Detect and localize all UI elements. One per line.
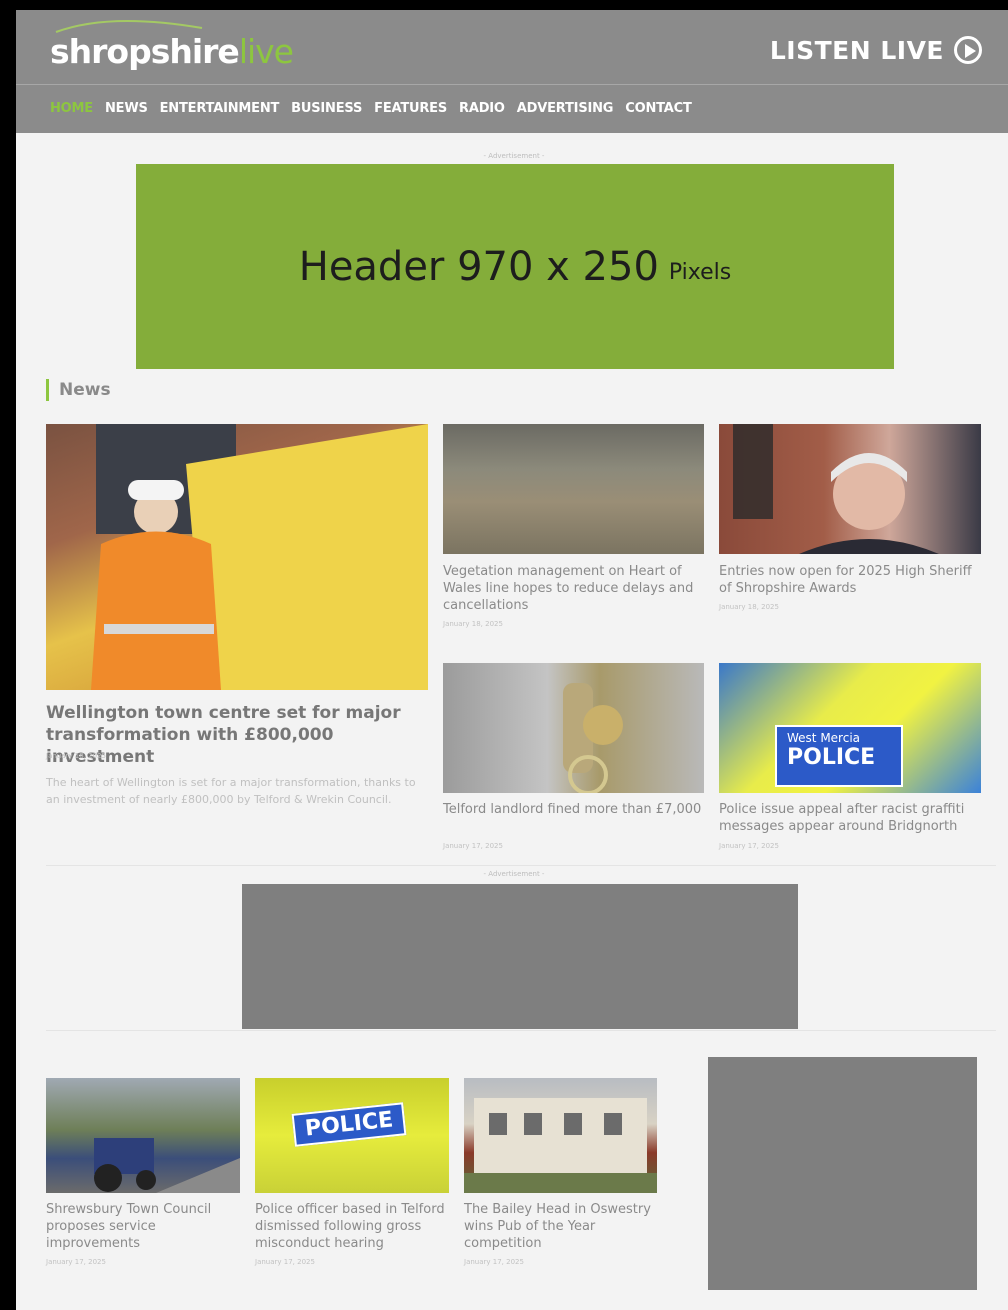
feature-article-image[interactable] (46, 424, 428, 690)
bottom-card-image-shrewsbury[interactable] (46, 1078, 240, 1193)
card-image-graffiti[interactable]: West Mercia POLICE (719, 663, 981, 793)
bottom-card-date-officer: January 17, 2025 (255, 1258, 315, 1266)
bottom-card-date-pub: January 17, 2025 (464, 1258, 524, 1266)
portrait-image (733, 424, 939, 554)
nav-item-news[interactable]: NEWS (105, 101, 148, 116)
bottom-card-date-shrewsbury: January 17, 2025 (46, 1258, 106, 1266)
play-icon (954, 36, 982, 64)
nav-item-features[interactable]: FEATURES (374, 101, 447, 116)
listen-live-label: LISTEN LIVE (769, 35, 944, 65)
header-ad-text: Header 970 x 250 (298, 243, 659, 290)
card-date-sheriff: January 18, 2025 (719, 603, 779, 611)
police-car-badge: West Mercia POLICE (775, 725, 903, 787)
sidebar-advertisement[interactable] (708, 1057, 977, 1290)
divider (46, 865, 996, 866)
card-date-landlord: January 17, 2025 (443, 842, 503, 850)
feature-article-excerpt: The heart of Wellington is set for a maj… (46, 776, 416, 806)
nav-item-business[interactable]: BUSINESS (291, 101, 362, 116)
card-image-vegetation[interactable] (443, 424, 704, 554)
site-header: shropshirelive LISTEN LIVE (16, 10, 1008, 84)
logo-accent-text: live (238, 32, 294, 71)
ad-label-top: - Advertisement - (483, 152, 545, 160)
listen-live-button[interactable]: LISTEN LIVE (770, 32, 982, 68)
police-vest-badge: POLICE (291, 1102, 407, 1147)
bottom-card-image-pub[interactable] (464, 1078, 657, 1193)
card-title-sheriff[interactable]: Entries now open for 2025 High Sheriff o… (719, 563, 981, 597)
bottom-card-image-officer[interactable]: POLICE (255, 1078, 449, 1193)
nav-item-home[interactable]: HOME (50, 101, 93, 116)
pub-building-image (464, 1098, 657, 1193)
police-text: POLICE (787, 745, 876, 770)
middle-advertisement[interactable] (242, 884, 798, 1029)
card-date-vegetation: January 18, 2025 (443, 620, 503, 628)
ad-label-middle: - Advertisement - (483, 870, 545, 878)
logo-main-text: shropshire (50, 32, 240, 71)
divider (46, 1030, 996, 1031)
bottom-card-title-pub[interactable]: The Bailey Head in Oswestry wins Pub of … (464, 1201, 660, 1252)
feature-article-date: January 18, 2025 (46, 752, 106, 760)
header-advertisement[interactable]: Header 970 x 250 Pixels (136, 164, 894, 369)
west-mercia-text: West Mercia (787, 731, 861, 745)
card-image-landlord[interactable] (443, 663, 704, 793)
header-ad-unit: Pixels (668, 260, 732, 285)
card-date-graffiti: January 17, 2025 (719, 842, 779, 850)
bottom-card-title-shrewsbury[interactable]: Shrewsbury Town Council proposes service… (46, 1201, 240, 1252)
nav-item-entertainment[interactable]: ENTERTAINMENT (160, 101, 280, 116)
door-lock-image (563, 683, 623, 793)
bottom-card-title-officer[interactable]: Police officer based in Telford dismisse… (255, 1201, 449, 1252)
main-nav: HOME NEWS ENTERTAINMENT BUSINESS FEATURE… (16, 84, 1008, 133)
site-logo[interactable]: shropshirelive (50, 32, 294, 72)
card-image-sheriff[interactable] (719, 424, 981, 554)
card-title-graffiti[interactable]: Police issue appeal after racist graffit… (719, 801, 981, 835)
nav-item-advertising[interactable]: ADVERTISING (517, 101, 614, 116)
roadworks-sign-image (91, 424, 428, 690)
page: shropshirelive LISTEN LIVE HOME NEWS ENT… (16, 10, 1008, 1310)
nav-item-radio[interactable]: RADIO (459, 101, 505, 116)
section-title-news: News (46, 379, 111, 401)
card-title-vegetation[interactable]: Vegetation management on Heart of Wales … (443, 563, 705, 614)
tractor-image (94, 1138, 240, 1193)
nav-item-contact[interactable]: CONTACT (625, 101, 692, 116)
card-title-landlord[interactable]: Telford landlord fined more than £7,000 (443, 801, 705, 818)
